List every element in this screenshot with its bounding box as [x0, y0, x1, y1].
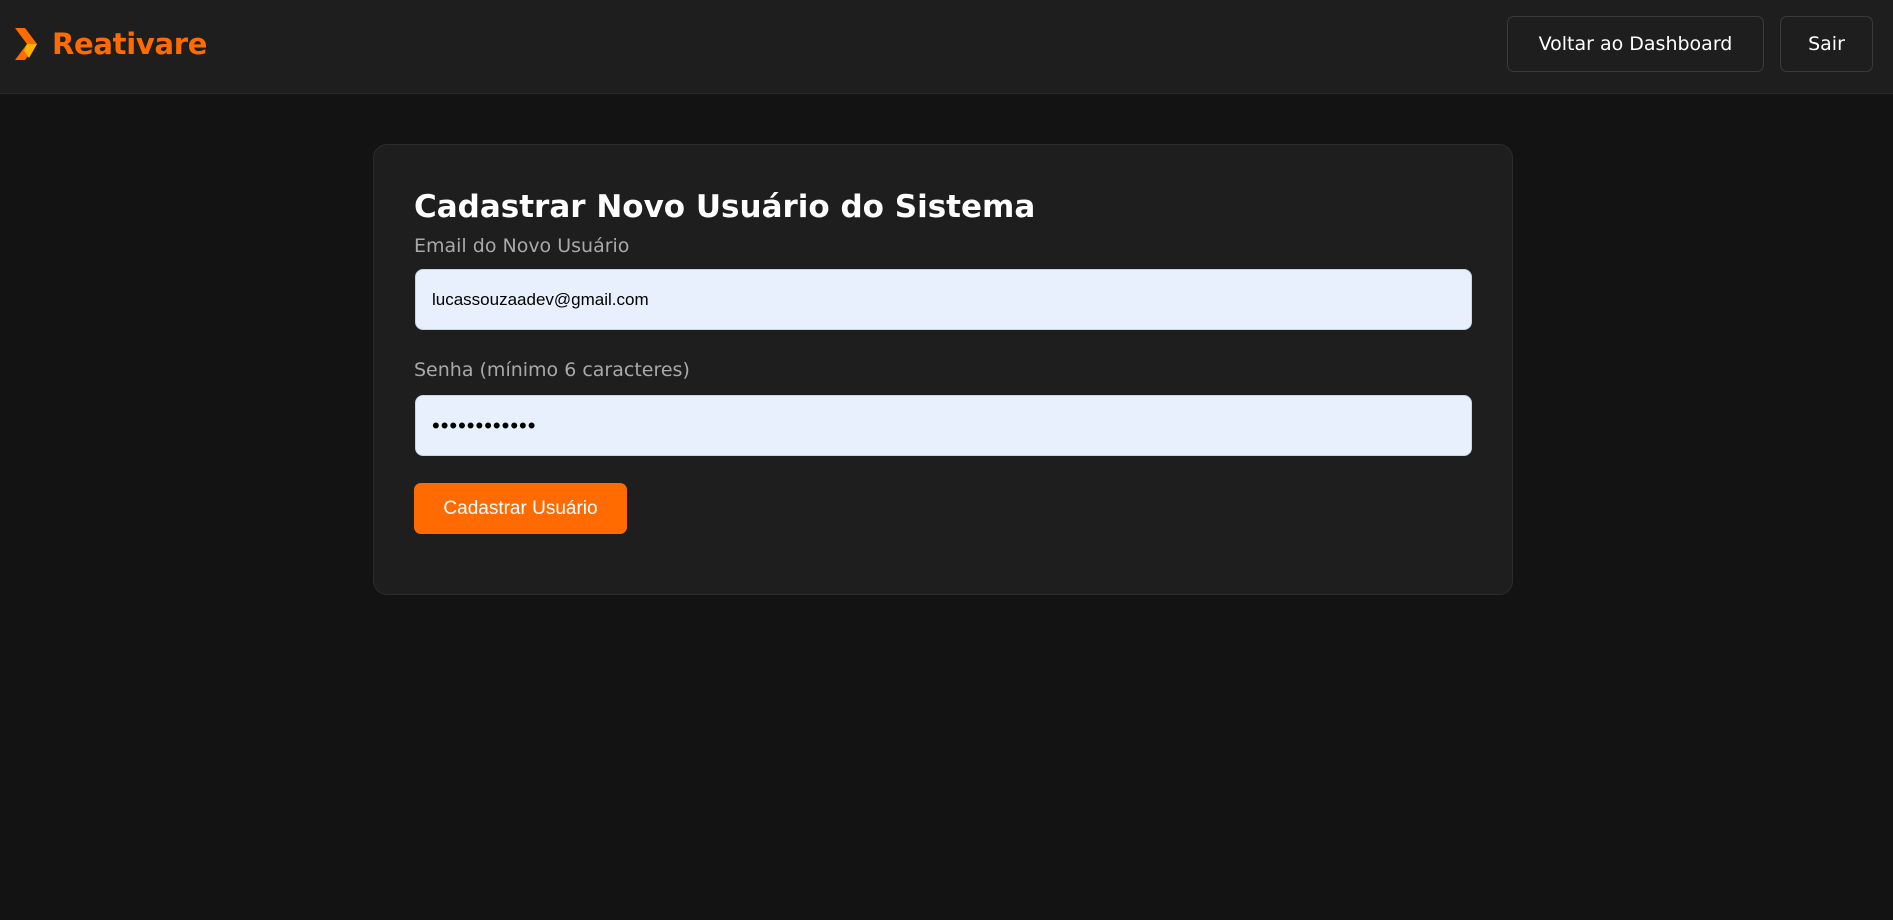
- brand-logo[interactable]: Reativare: [12, 24, 207, 64]
- page-title: Cadastrar Novo Usuário do Sistema: [414, 189, 1036, 225]
- email-label: Email do Novo Usuário: [414, 235, 630, 257]
- password-field[interactable]: [415, 395, 1472, 456]
- register-user-card: Cadastrar Novo Usuário do Sistema Email …: [373, 144, 1513, 595]
- register-user-button[interactable]: Cadastrar Usuário: [414, 483, 627, 534]
- password-label: Senha (mínimo 6 caracteres): [414, 359, 690, 381]
- top-navigation-bar: Reativare Voltar ao Dashboard Sair: [0, 0, 1893, 94]
- email-field[interactable]: [415, 269, 1472, 330]
- brand-name: Reativare: [52, 27, 208, 61]
- chevron-right-logo-icon: [15, 28, 37, 60]
- back-to-dashboard-button[interactable]: Voltar ao Dashboard: [1507, 16, 1764, 72]
- logout-button[interactable]: Sair: [1780, 16, 1873, 72]
